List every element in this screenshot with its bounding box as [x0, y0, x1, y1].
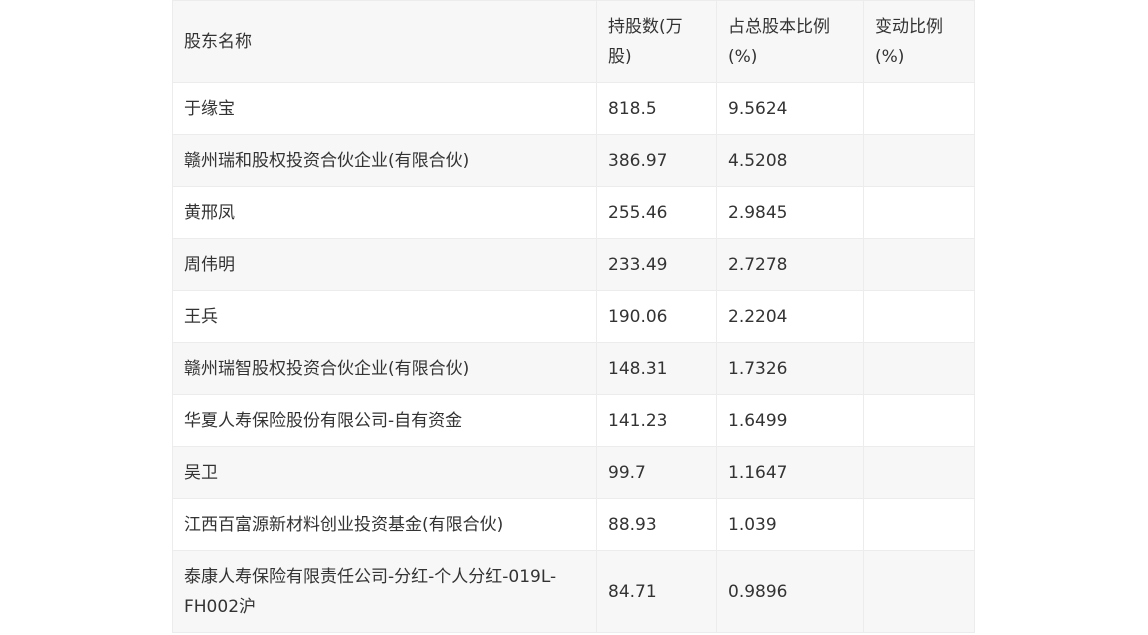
table-row: 周伟明 233.49 2.7278 [172, 238, 975, 291]
cell-change-ratio [863, 394, 975, 447]
cell-shareholder-name: 周伟明 [172, 238, 597, 291]
cell-change-ratio [863, 134, 975, 187]
table-body: 于缘宝 818.5 9.5624 赣州瑞和股权投资合伙企业(有限合伙) 386.… [172, 82, 975, 633]
cell-shares-held: 233.49 [596, 238, 717, 291]
cell-shareholder-name: 吴卫 [172, 446, 597, 499]
cell-change-ratio [863, 290, 975, 343]
cell-shareholder-name: 赣州瑞和股权投资合伙企业(有限合伙) [172, 134, 597, 187]
cell-shares-held: 148.31 [596, 342, 717, 395]
table-row: 赣州瑞和股权投资合伙企业(有限合伙) 386.97 4.5208 [172, 134, 975, 187]
cell-change-ratio [863, 550, 975, 633]
shareholder-table-container: 股东名称 持股数(万股) 占总股本比例(%) 变动比例(%) 于缘宝 818.5… [172, 0, 975, 633]
header-share-ratio: 占总股本比例(%) [716, 0, 864, 83]
table-row: 黄邢凤 255.46 2.9845 [172, 186, 975, 239]
cell-shares-held: 88.93 [596, 498, 717, 551]
cell-share-ratio: 1.1647 [716, 446, 864, 499]
cell-shares-held: 255.46 [596, 186, 717, 239]
table-row: 江西百富源新材料创业投资基金(有限合伙) 88.93 1.039 [172, 498, 975, 551]
table-row: 赣州瑞智股权投资合伙企业(有限合伙) 148.31 1.7326 [172, 342, 975, 395]
table-row: 于缘宝 818.5 9.5624 [172, 82, 975, 135]
cell-shareholder-name: 赣州瑞智股权投资合伙企业(有限合伙) [172, 342, 597, 395]
cell-shares-held: 818.5 [596, 82, 717, 135]
cell-change-ratio [863, 446, 975, 499]
cell-share-ratio: 9.5624 [716, 82, 864, 135]
cell-share-ratio: 1.6499 [716, 394, 864, 447]
table-header: 股东名称 持股数(万股) 占总股本比例(%) 变动比例(%) [172, 0, 975, 83]
cell-shareholder-name: 黄邢凤 [172, 186, 597, 239]
cell-change-ratio [863, 186, 975, 239]
header-change-ratio: 变动比例(%) [863, 0, 975, 83]
cell-shares-held: 386.97 [596, 134, 717, 187]
table-row: 王兵 190.06 2.2204 [172, 290, 975, 343]
cell-share-ratio: 2.9845 [716, 186, 864, 239]
cell-shares-held: 190.06 [596, 290, 717, 343]
cell-share-ratio: 4.5208 [716, 134, 864, 187]
cell-share-ratio: 2.7278 [716, 238, 864, 291]
cell-change-ratio [863, 82, 975, 135]
table-row: 华夏人寿保险股份有限公司-自有资金 141.23 1.6499 [172, 394, 975, 447]
cell-shares-held: 141.23 [596, 394, 717, 447]
cell-share-ratio: 1.7326 [716, 342, 864, 395]
cell-shareholder-name: 华夏人寿保险股份有限公司-自有资金 [172, 394, 597, 447]
cell-change-ratio [863, 342, 975, 395]
cell-change-ratio [863, 498, 975, 551]
cell-shareholder-name: 于缘宝 [172, 82, 597, 135]
header-row: 股东名称 持股数(万股) 占总股本比例(%) 变动比例(%) [172, 0, 975, 83]
cell-change-ratio [863, 238, 975, 291]
shareholder-table: 股东名称 持股数(万股) 占总股本比例(%) 变动比例(%) 于缘宝 818.5… [172, 0, 975, 633]
table-row: 泰康人寿保险有限责任公司-分红-个人分红-019L-FH002沪 84.71 0… [172, 550, 975, 633]
cell-shares-held: 99.7 [596, 446, 717, 499]
cell-share-ratio: 2.2204 [716, 290, 864, 343]
cell-shareholder-name: 江西百富源新材料创业投资基金(有限合伙) [172, 498, 597, 551]
header-shareholder-name: 股东名称 [172, 0, 597, 83]
header-shares-held: 持股数(万股) [596, 0, 717, 83]
cell-share-ratio: 1.039 [716, 498, 864, 551]
cell-shareholder-name: 泰康人寿保险有限责任公司-分红-个人分红-019L-FH002沪 [172, 550, 597, 633]
table-row: 吴卫 99.7 1.1647 [172, 446, 975, 499]
cell-shares-held: 84.71 [596, 550, 717, 633]
cell-share-ratio: 0.9896 [716, 550, 864, 633]
cell-shareholder-name: 王兵 [172, 290, 597, 343]
